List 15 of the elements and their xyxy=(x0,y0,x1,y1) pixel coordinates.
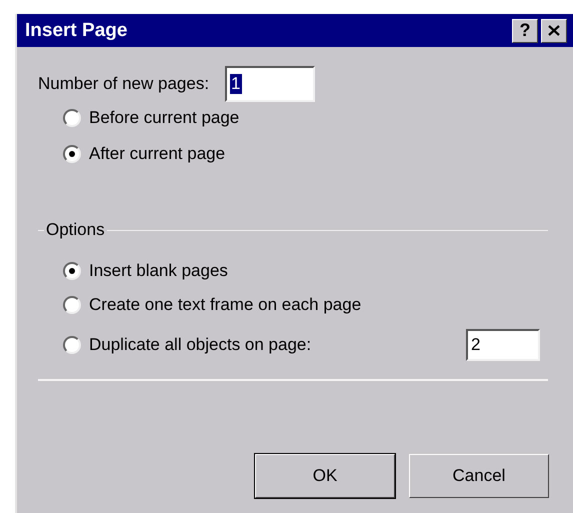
radio-button[interactable]: Duplicate all objects on page: xyxy=(63,335,312,355)
input-field[interactable]: 2 xyxy=(466,329,540,361)
radio-button[interactable]: Create one text frame on each page xyxy=(63,295,362,315)
input-field[interactable]: 1 xyxy=(225,66,316,102)
window-title: Insert Page xyxy=(25,20,128,42)
close-icon xyxy=(548,25,560,36)
field-label: Number of new pages: xyxy=(38,74,210,94)
radio-button[interactable]: Insert blank pages xyxy=(63,261,228,281)
radio-button[interactable]: After current page xyxy=(63,144,226,164)
help-button[interactable]: ? xyxy=(512,18,538,42)
dialog-button[interactable]: Cancel xyxy=(409,454,549,498)
group-title: Options xyxy=(44,220,107,240)
close-button[interactable] xyxy=(541,18,567,42)
radio-button[interactable]: Before current page xyxy=(63,108,240,128)
dialog-button[interactable]: OK xyxy=(255,454,395,498)
